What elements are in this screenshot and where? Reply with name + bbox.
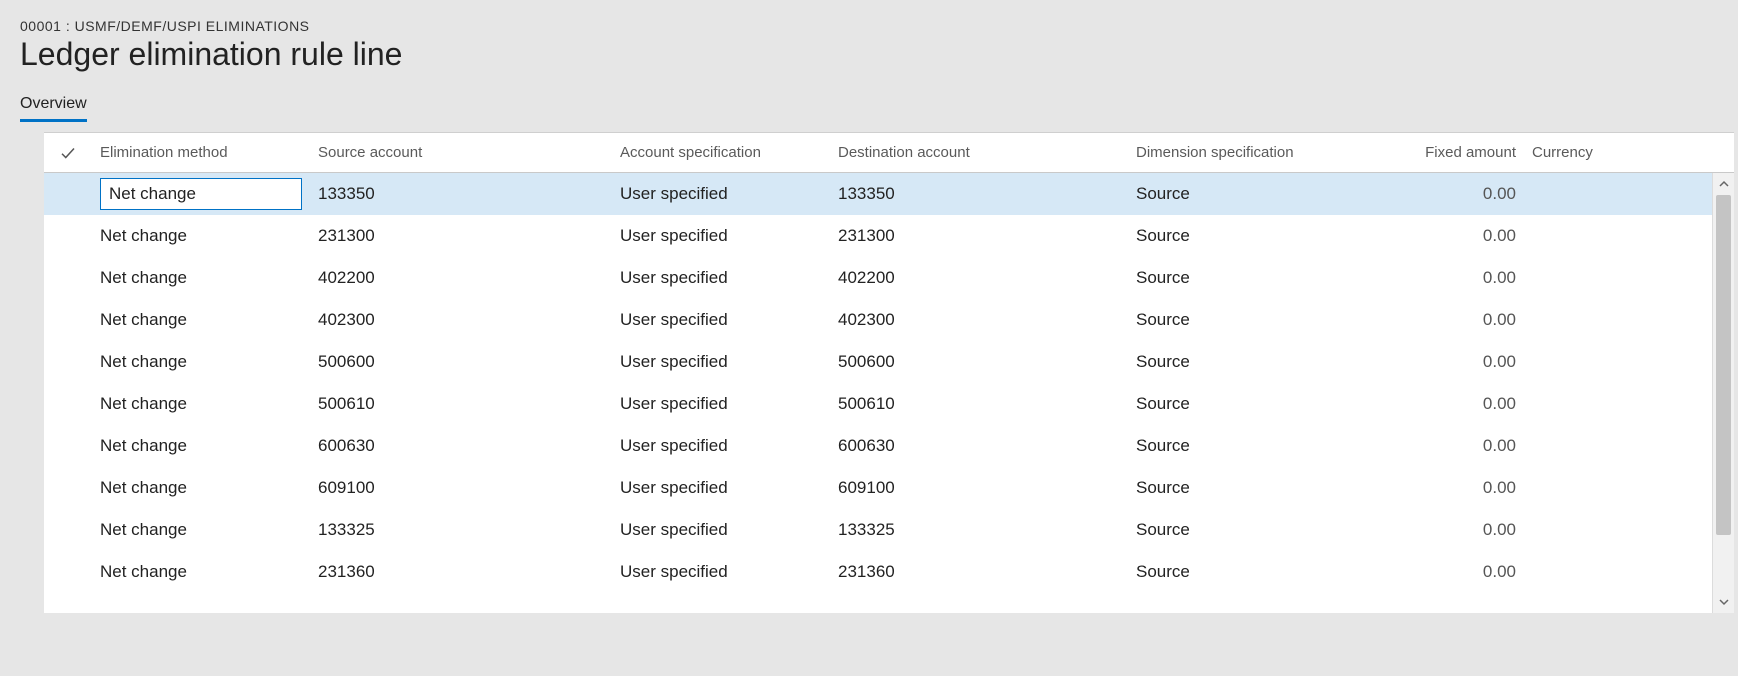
cell-destination-account[interactable]: 402300: [834, 310, 1132, 330]
tab-strip: Overview: [20, 91, 1738, 122]
cell-source-account[interactable]: 609100: [314, 478, 616, 498]
cell-dimension-specification[interactable]: Source: [1132, 226, 1386, 246]
table-row[interactable]: Net change600630User specified600630Sour…: [44, 425, 1734, 467]
cell-destination-account[interactable]: 133325: [834, 520, 1132, 540]
cell-account-specification[interactable]: User specified: [616, 352, 834, 372]
cell-account-specification[interactable]: User specified: [616, 520, 834, 540]
cell-account-specification[interactable]: User specified: [616, 268, 834, 288]
column-header-dimension-specification[interactable]: Dimension specification: [1132, 144, 1386, 161]
cell-dimension-specification[interactable]: Source: [1132, 436, 1386, 456]
cell-fixed-amount[interactable]: 0.00: [1386, 394, 1528, 414]
scroll-down-arrow-icon[interactable]: [1713, 591, 1734, 613]
column-header-account-specification[interactable]: Account specification: [616, 144, 834, 161]
cell-elimination-method[interactable]: Net change: [92, 562, 314, 582]
cell-dimension-specification[interactable]: Source: [1132, 268, 1386, 288]
cell-dimension-specification[interactable]: Source: [1132, 310, 1386, 330]
cell-elimination-method[interactable]: Net change: [92, 394, 314, 414]
cell-elimination-method[interactable]: Net change: [92, 310, 314, 330]
cell-elimination-method[interactable]: Net change: [92, 478, 314, 498]
cell-source-account[interactable]: 402200: [314, 268, 616, 288]
cell-account-specification[interactable]: User specified: [616, 436, 834, 456]
cell-fixed-amount[interactable]: 0.00: [1386, 184, 1528, 204]
table-row[interactable]: Net change231300User specified231300Sour…: [44, 215, 1734, 257]
cell-elimination-method[interactable]: Net change: [92, 226, 314, 246]
cell-fixed-amount[interactable]: 0.00: [1386, 436, 1528, 456]
cell-destination-account[interactable]: 609100: [834, 478, 1132, 498]
grid-body: Net change133350User specified133350Sour…: [44, 173, 1734, 613]
cell-dimension-specification[interactable]: Source: [1132, 352, 1386, 372]
scroll-track[interactable]: [1713, 195, 1734, 591]
page-title: Ledger elimination rule line: [20, 36, 1738, 73]
table-row[interactable]: Net change402200User specified402200Sour…: [44, 257, 1734, 299]
table-row[interactable]: Net change500600User specified500600Sour…: [44, 341, 1734, 383]
cell-destination-account[interactable]: 500610: [834, 394, 1132, 414]
table-row[interactable]: Net change231360User specified231360Sour…: [44, 551, 1734, 593]
column-header-fixed-amount[interactable]: Fixed amount: [1386, 144, 1528, 161]
cell-fixed-amount[interactable]: 0.00: [1386, 310, 1528, 330]
cell-elimination-method[interactable]: Net change: [92, 352, 314, 372]
cell-account-specification[interactable]: User specified: [616, 394, 834, 414]
breadcrumb: 00001 : USMF/DEMF/USPI ELIMINATIONS: [20, 18, 1738, 34]
cell-dimension-specification[interactable]: Source: [1132, 520, 1386, 540]
check-icon: [59, 144, 77, 162]
tab-overview[interactable]: Overview: [20, 91, 87, 122]
cell-dimension-specification[interactable]: Source: [1132, 478, 1386, 498]
cell-fixed-amount[interactable]: 0.00: [1386, 352, 1528, 372]
cell-source-account[interactable]: 402300: [314, 310, 616, 330]
cell-destination-account[interactable]: 600630: [834, 436, 1132, 456]
cell-source-account[interactable]: 600630: [314, 436, 616, 456]
cell-dimension-specification[interactable]: Source: [1132, 184, 1386, 204]
cell-destination-account[interactable]: 231360: [834, 562, 1132, 582]
cell-destination-account[interactable]: 402200: [834, 268, 1132, 288]
cell-dimension-specification[interactable]: Source: [1132, 394, 1386, 414]
scroll-up-arrow-icon[interactable]: [1713, 173, 1734, 195]
cell-source-account[interactable]: 500600: [314, 352, 616, 372]
table-row[interactable]: Net change133350User specified133350Sour…: [44, 173, 1734, 215]
cell-source-account[interactable]: 133350: [314, 184, 616, 204]
table-row[interactable]: Net change402300User specified402300Sour…: [44, 299, 1734, 341]
cell-elimination-method[interactable]: Net change: [92, 268, 314, 288]
elimination-method-input[interactable]: Net change: [100, 178, 302, 210]
table-row[interactable]: Net change609100User specified609100Sour…: [44, 467, 1734, 509]
vertical-scrollbar[interactable]: [1712, 173, 1734, 613]
cell-fixed-amount[interactable]: 0.00: [1386, 268, 1528, 288]
column-header-elimination-method[interactable]: Elimination method: [92, 144, 314, 161]
cell-dimension-specification[interactable]: Source: [1132, 562, 1386, 582]
cell-fixed-amount[interactable]: 0.00: [1386, 520, 1528, 540]
cell-fixed-amount[interactable]: 0.00: [1386, 226, 1528, 246]
scroll-thumb[interactable]: [1716, 195, 1731, 535]
column-header-source-account[interactable]: Source account: [314, 144, 616, 161]
cell-elimination-method[interactable]: Net change: [92, 436, 314, 456]
grid-header-row: Elimination method Source account Accoun…: [44, 133, 1734, 173]
cell-fixed-amount[interactable]: 0.00: [1386, 478, 1528, 498]
table-row[interactable]: Net change500610User specified500610Sour…: [44, 383, 1734, 425]
cell-elimination-method[interactable]: Net change: [92, 178, 314, 210]
cell-account-specification[interactable]: User specified: [616, 310, 834, 330]
cell-destination-account[interactable]: 133350: [834, 184, 1132, 204]
cell-account-specification[interactable]: User specified: [616, 184, 834, 204]
cell-source-account[interactable]: 231300: [314, 226, 616, 246]
cell-source-account[interactable]: 133325: [314, 520, 616, 540]
cell-source-account[interactable]: 500610: [314, 394, 616, 414]
table-row[interactable]: Net change133325User specified133325Sour…: [44, 509, 1734, 551]
cell-fixed-amount[interactable]: 0.00: [1386, 562, 1528, 582]
column-header-currency[interactable]: Currency: [1528, 144, 1594, 161]
cell-account-specification[interactable]: User specified: [616, 226, 834, 246]
cell-account-specification[interactable]: User specified: [616, 478, 834, 498]
cell-destination-account[interactable]: 500600: [834, 352, 1132, 372]
cell-source-account[interactable]: 231360: [314, 562, 616, 582]
cell-account-specification[interactable]: User specified: [616, 562, 834, 582]
grid: Elimination method Source account Accoun…: [44, 132, 1734, 613]
column-header-select[interactable]: [44, 144, 92, 162]
cell-elimination-method[interactable]: Net change: [92, 520, 314, 540]
cell-destination-account[interactable]: 231300: [834, 226, 1132, 246]
column-header-destination-account[interactable]: Destination account: [834, 144, 1132, 161]
